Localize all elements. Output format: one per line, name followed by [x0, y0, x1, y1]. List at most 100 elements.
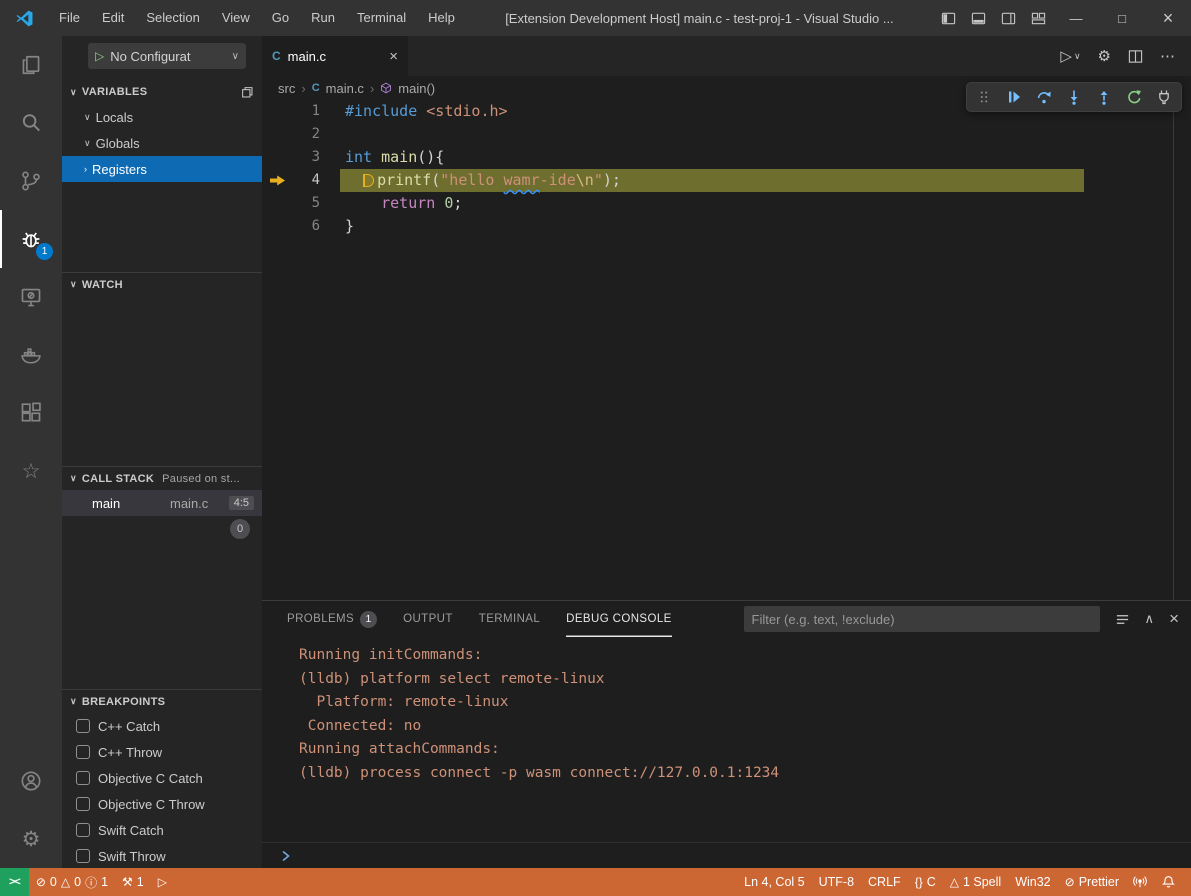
menu-view[interactable]: View — [211, 0, 261, 36]
gutter-glyph-margin[interactable] — [262, 215, 290, 238]
menu-file[interactable]: File — [48, 0, 91, 36]
prettier-status[interactable]: ⊘Prettier — [1058, 868, 1126, 896]
code-line[interactable]: 5 return 0; — [262, 192, 1191, 215]
remote-explorer-icon[interactable] — [0, 268, 62, 326]
step-over-button[interactable] — [1029, 83, 1059, 111]
menu-run[interactable]: Run — [300, 0, 346, 36]
gutter-glyph-margin[interactable] — [262, 100, 290, 123]
call-stack-section-header[interactable]: ∨ CALL STACK Paused on st... — [62, 466, 262, 490]
close-button[interactable]: × — [1145, 0, 1191, 36]
menu-edit[interactable]: Edit — [91, 0, 135, 36]
platform-indicator[interactable]: Win32 — [1008, 868, 1057, 896]
tab-debug-console[interactable]: DEBUG CONSOLE — [566, 601, 672, 637]
console-input[interactable] — [262, 842, 1191, 868]
more-actions-icon[interactable]: ⋯ — [1160, 47, 1175, 65]
step-out-button[interactable] — [1089, 83, 1119, 111]
problems-status[interactable]: ⊘0 △0 ⓘ1 — [29, 868, 115, 896]
code-line[interactable]: 3int main(){ — [262, 146, 1191, 169]
language-indicator[interactable]: {}C — [908, 868, 943, 896]
breakpoint-item[interactable]: Objective C Catch — [62, 765, 262, 791]
menu-selection[interactable]: Selection — [135, 0, 210, 36]
run-and-debug-icon[interactable]: 1 — [0, 210, 62, 268]
gutter-glyph-margin[interactable] — [262, 146, 290, 169]
console-lines-icon[interactable] — [1115, 612, 1130, 627]
code-line[interactable]: 6} — [262, 215, 1191, 238]
continue-button[interactable] — [999, 83, 1029, 111]
debug-config-dropdown[interactable]: ▷ No Configurat ∨ — [88, 43, 246, 69]
tab-main-c[interactable]: C main.c × — [262, 36, 408, 76]
variables-section-header[interactable]: ∨ VARIABLES — [62, 80, 262, 104]
variables-item-registers[interactable]: › Registers — [62, 156, 262, 182]
accounts-icon[interactable] — [0, 752, 62, 810]
minimize-button[interactable]: — — [1053, 0, 1099, 36]
remote-indicator[interactable]: >< — [0, 868, 29, 896]
toggle-panel-icon[interactable] — [963, 0, 993, 36]
maximize-button[interactable]: □ — [1099, 0, 1145, 36]
code-editor[interactable]: 1#include <stdio.h>23int main(){4 printf… — [262, 100, 1191, 600]
explorer-icon[interactable] — [0, 36, 62, 94]
breakpoint-item[interactable]: C++ Catch — [62, 713, 262, 739]
star-extension-icon[interactable]: ☆ — [0, 442, 62, 500]
debug-status[interactable]: ▷ — [151, 868, 174, 896]
checkbox[interactable] — [76, 745, 90, 759]
settings-gear-icon[interactable]: ⚙ — [0, 810, 62, 868]
disconnect-button[interactable] — [1149, 83, 1179, 111]
checkbox[interactable] — [76, 797, 90, 811]
extensions-icon[interactable] — [0, 384, 62, 442]
breadcrumb-folder[interactable]: src — [278, 81, 295, 96]
search-icon[interactable] — [0, 94, 62, 152]
code-line[interactable]: 4 printf("hello wamr-ide\n"); — [262, 169, 1191, 192]
tools-status[interactable]: ⚒1 — [115, 868, 151, 896]
checkbox[interactable] — [76, 771, 90, 785]
menu-help[interactable]: Help — [417, 0, 466, 36]
split-editor-icon[interactable] — [1128, 49, 1143, 64]
maximize-panel-icon[interactable]: ∧ — [1145, 611, 1155, 627]
docker-icon[interactable] — [0, 326, 62, 384]
scrollbar[interactable] — [1173, 100, 1174, 600]
notifications-bell-icon[interactable] — [1154, 868, 1183, 896]
menu-go[interactable]: Go — [261, 0, 300, 36]
gutter-glyph-margin[interactable] — [262, 169, 290, 192]
encoding-indicator[interactable]: UTF-8 — [812, 868, 861, 896]
breakpoint-item[interactable]: Swift Throw — [62, 843, 262, 868]
checkbox[interactable] — [76, 719, 90, 733]
eol-indicator[interactable]: CRLF — [861, 868, 908, 896]
tab-output[interactable]: OUTPUT — [403, 601, 453, 637]
cursor-position[interactable]: Ln 4, Col 5 — [737, 868, 811, 896]
tab-terminal[interactable]: TERMINAL — [479, 601, 540, 637]
breadcrumb-symbol[interactable]: main() — [398, 81, 435, 96]
filter-input[interactable] — [752, 612, 1092, 627]
tab-problems[interactable]: PROBLEMS 1 — [287, 601, 377, 637]
breadcrumb-file[interactable]: main.c — [326, 81, 364, 96]
toggle-sidebar-icon[interactable] — [933, 0, 963, 36]
gutter-glyph-margin[interactable] — [262, 123, 290, 146]
watch-section-header[interactable]: ∨ WATCH — [62, 272, 262, 296]
run-file-button[interactable]: ▷∨ — [1060, 47, 1080, 65]
restart-button[interactable] — [1119, 83, 1149, 111]
breakpoints-section-header[interactable]: ∨ BREAKPOINTS — [62, 689, 262, 713]
checkbox[interactable] — [76, 823, 90, 837]
checkbox[interactable] — [76, 849, 90, 863]
broadcast-icon[interactable] — [1126, 868, 1154, 896]
breakpoint-item[interactable]: Objective C Throw — [62, 791, 262, 817]
customize-layout-icon[interactable] — [1023, 0, 1053, 36]
source-control-icon[interactable] — [0, 152, 62, 210]
toolbar-grip-icon[interactable] — [969, 83, 999, 111]
menu-terminal[interactable]: Terminal — [346, 0, 417, 36]
toggle-secondary-sidebar-icon[interactable] — [993, 0, 1023, 36]
variables-item-globals[interactable]: ∨ Globals — [62, 130, 262, 156]
breakpoint-item[interactable]: C++ Throw — [62, 739, 262, 765]
close-panel-icon[interactable]: × — [1169, 609, 1179, 629]
step-into-button[interactable] — [1059, 83, 1089, 111]
spell-checker-status[interactable]: △1 Spell — [943, 868, 1008, 896]
start-debug-icon[interactable]: ▷ — [95, 49, 104, 63]
editor-settings-gear-icon[interactable]: ⚙ — [1098, 47, 1111, 65]
gutter-glyph-margin[interactable] — [262, 192, 290, 215]
variables-item-locals[interactable]: ∨ Locals — [62, 104, 262, 130]
code-line[interactable]: 2 — [262, 123, 1191, 146]
breakpoint-item[interactable]: Swift Catch — [62, 817, 262, 843]
call-stack-frame[interactable]: main main.c 4:5 — [62, 490, 262, 516]
views-icon[interactable] — [241, 86, 254, 99]
console-filter[interactable] — [744, 606, 1100, 632]
close-tab-icon[interactable]: × — [389, 48, 398, 65]
